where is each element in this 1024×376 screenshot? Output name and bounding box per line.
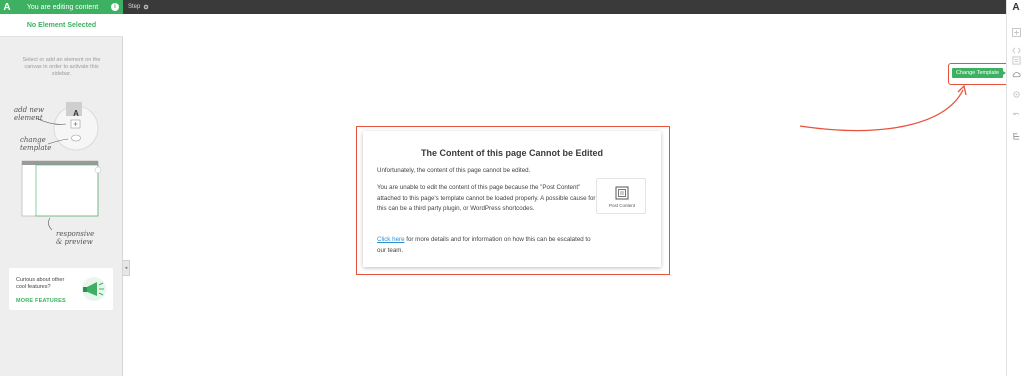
svg-text:element: element <box>14 114 43 122</box>
hierarchy-icon[interactable] <box>1011 131 1021 141</box>
top-bar: A You are editing content i Step <box>0 0 1006 14</box>
code-icon[interactable] <box>1011 45 1021 55</box>
svg-text:A: A <box>73 109 79 118</box>
editor-window: A You are editing content i Step No Elem… <box>0 0 1024 376</box>
svg-text:add new: add new <box>14 106 44 114</box>
sidebar-collapse-handle[interactable]: ◂ <box>123 260 130 276</box>
settings-icon[interactable] <box>1011 89 1021 99</box>
add-icon[interactable] <box>1011 27 1021 37</box>
post-content-label: Post Content <box>608 203 635 208</box>
gear-icon[interactable] <box>143 4 149 10</box>
step-menu[interactable]: Step <box>128 0 149 14</box>
features-promo-card: Curious about other cool features? MORE … <box>9 268 113 310</box>
dialog-paragraph-2: You are unable to edit the content of th… <box>377 184 596 212</box>
dialog-title: The Content of this page Cannot be Edite… <box>421 148 603 158</box>
template-cloud-icon[interactable] <box>1011 69 1021 79</box>
change-template-button[interactable]: Change Template <box>952 68 1007 78</box>
step-label: Step <box>128 4 141 10</box>
post-content-element: Post Content <box>596 178 646 214</box>
megaphone-icon <box>82 277 106 301</box>
sidebar-hint: Select or add an element on the canvas i… <box>22 57 101 77</box>
dialog-paragraph-1: Unfortunately, the content of this page … <box>377 167 531 174</box>
rail-logo-icon[interactable]: A <box>1007 2 1024 14</box>
undo-redo-icon[interactable] <box>1011 110 1021 120</box>
dialog-paragraph-3: Click here for more details and for info… <box>377 235 597 256</box>
no-element-selected-title: No Element Selected <box>0 14 123 37</box>
svg-text:& preview: & preview <box>56 238 93 246</box>
editing-content-label: You are editing content <box>26 3 99 11</box>
svg-text:change: change <box>20 136 46 144</box>
sidebar-illustration: A add new element change template respon… <box>14 102 102 246</box>
more-features-link[interactable]: MORE FEATURES <box>16 298 66 304</box>
right-rail: A <box>1006 0 1024 376</box>
svg-text:template: template <box>20 144 51 152</box>
thrive-logo-icon[interactable]: A <box>0 0 14 14</box>
click-here-link[interactable]: Click here <box>377 236 405 243</box>
svg-text:responsive: responsive <box>56 230 94 238</box>
add-page-icon[interactable] <box>1011 55 1021 65</box>
info-icon[interactable]: i <box>111 3 119 11</box>
post-content-icon <box>615 186 629 200</box>
promo-text: Curious about other cool features? <box>16 277 65 290</box>
dialog-paragraph-3-text: for more details and for information on … <box>377 236 591 254</box>
cannot-edit-dialog: The Content of this page Cannot be Edite… <box>363 131 661 267</box>
left-sidebar: No Element Selected Select or add an ele… <box>0 14 123 376</box>
editing-status-bar: A You are editing content i <box>0 0 123 14</box>
